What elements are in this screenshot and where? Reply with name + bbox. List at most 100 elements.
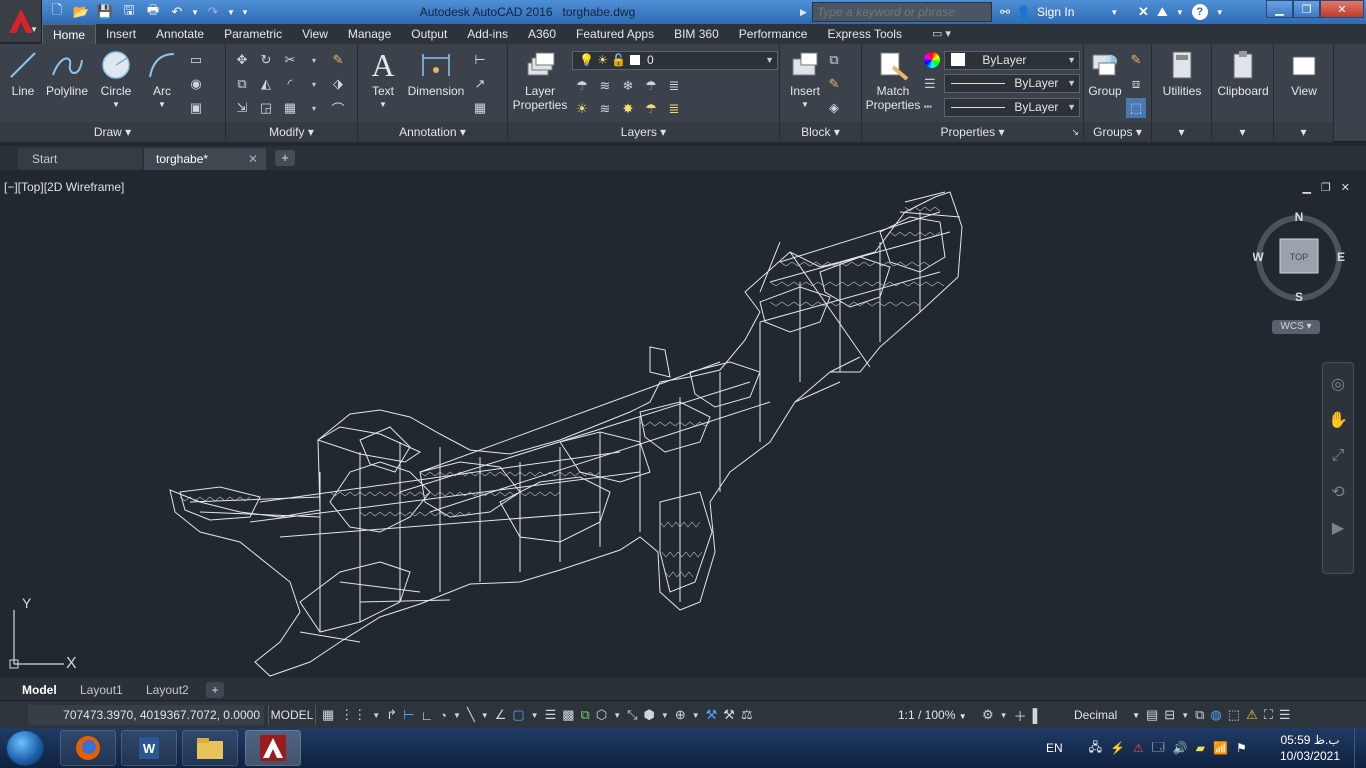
region-icon[interactable]: ▣	[186, 98, 206, 118]
polar-dropdown-icon[interactable]: ▼	[453, 711, 461, 720]
file-tab-drawing[interactable]: torghabe* ✕	[144, 148, 266, 170]
tab-featured-apps[interactable]: Featured Apps	[566, 24, 664, 44]
workspace-dropdown-icon[interactable]: ▼	[1000, 711, 1008, 720]
edit-block-icon[interactable]: ✎	[824, 74, 844, 94]
tab-view[interactable]: View	[292, 24, 338, 44]
fullscreen-icon[interactable]: ⛶	[1264, 707, 1273, 723]
fillet-icon[interactable]: ◜	[280, 74, 300, 94]
properties-panel-title[interactable]: Properties ▾ ↘	[862, 122, 1083, 142]
group-selection-icon[interactable]: ⬚	[1126, 98, 1146, 118]
linetype-combo[interactable]: ByLayer ▼	[944, 74, 1080, 93]
taskbar-firefox[interactable]	[60, 730, 116, 766]
insert-dropdown-icon[interactable]: ▼	[784, 98, 826, 112]
layout-tab-layout1[interactable]: Layout1	[80, 680, 123, 700]
linetype-icon[interactable]: ┅	[924, 99, 940, 115]
tray-update-icon[interactable]: ⚡	[1110, 741, 1125, 755]
tray-notes-icon[interactable]: ▰	[1196, 741, 1205, 755]
tray-network-app-icon[interactable]: 🖧	[1089, 738, 1102, 759]
graphics-performance-icon[interactable]: ⚠	[1246, 707, 1258, 723]
viewcube[interactable]: TOP N S E W	[1253, 212, 1345, 304]
insert-tool[interactable]: Insert ▼	[784, 48, 826, 112]
tray-volume-icon[interactable]: 🔊	[1173, 741, 1188, 755]
infer-constraints-icon[interactable]: ↱	[386, 707, 397, 723]
autodesk-360-icon[interactable]: ⛰	[1157, 4, 1168, 20]
tray-flag-icon[interactable]: ⚑	[1236, 741, 1247, 755]
polar-icon[interactable]: ◔	[439, 708, 447, 723]
object-snap-tracking-icon[interactable]: ∠	[495, 707, 507, 723]
start-button[interactable]	[6, 730, 44, 766]
tab-output[interactable]: Output	[401, 24, 457, 44]
layout-tab-model[interactable]: Model	[22, 680, 57, 700]
fillet-dropdown-icon[interactable]: ▾	[304, 74, 324, 94]
tab-insert[interactable]: Insert	[96, 24, 146, 44]
layer-lock-tool-icon[interactable]: ☂	[641, 76, 661, 96]
layer-combo[interactable]: 💡 ☀ 🔓 0 ▼	[572, 51, 778, 70]
dimension-tool[interactable]: Dimension	[406, 48, 466, 98]
ribbon-minimize-icon[interactable]: ▭ ▾	[932, 24, 951, 44]
layer-freeze-icon[interactable]: ❄	[618, 76, 638, 96]
help-icon[interactable]: ?	[1191, 4, 1208, 20]
taskbar-word[interactable]: W	[121, 730, 177, 766]
dynamic-ucs-icon[interactable]: ⤡	[627, 707, 637, 723]
customize-qat-icon[interactable]: ▾	[238, 2, 252, 22]
binoculars-icon[interactable]: ⚯	[1000, 5, 1010, 19]
tab-home[interactable]: Home	[42, 24, 97, 44]
isolate-objects-icon[interactable]: ⧉	[1195, 707, 1204, 723]
wcs-menu[interactable]: WCS ▾	[1272, 320, 1320, 334]
gizmo-icon[interactable]: ⊕	[675, 707, 686, 723]
search-expand-icon[interactable]: ▶	[800, 3, 810, 21]
showmotion-icon[interactable]: ▶	[1323, 513, 1353, 543]
tab-parametric[interactable]: Parametric	[214, 24, 292, 44]
print-icon[interactable]: 🖶	[142, 2, 164, 22]
layout-tab-layout2[interactable]: Layout2	[146, 680, 189, 700]
auto-scale-icon[interactable]: ⚒	[723, 707, 735, 723]
scale-icon[interactable]: ◲	[256, 98, 276, 118]
offset-icon[interactable]: ⌒	[328, 98, 348, 118]
layers-panel-title[interactable]: Layers ▾	[508, 122, 779, 142]
block-panel-title[interactable]: Block ▾	[780, 122, 861, 142]
array-icon[interactable]: ▦	[280, 98, 300, 118]
units-selector[interactable]: Decimal ▼	[1066, 705, 1140, 725]
save-as-icon[interactable]: 🖫	[118, 2, 140, 22]
tray-device-icon[interactable]: 🗔	[1152, 738, 1165, 759]
annotation-monitor-icon[interactable]: ＋	[1014, 706, 1027, 725]
workspace-gear-icon[interactable]: ⚙	[982, 707, 994, 723]
table-icon[interactable]: ▦	[470, 98, 490, 118]
clipboard-tool[interactable]: Clipboard	[1214, 48, 1272, 98]
layer-off-icon[interactable]: ☂	[572, 76, 592, 96]
lock-ui-dropdown-icon[interactable]: ▼	[1181, 711, 1189, 720]
compass-south[interactable]: S	[1295, 290, 1303, 304]
polyline-tool[interactable]: Polyline	[44, 48, 90, 98]
lineweight-combo[interactable]: ByLayer ▼	[944, 98, 1080, 117]
coordinates-readout[interactable]: 707473.3970, 4019367.7072, 0.0000	[28, 705, 264, 725]
object-snap-icon[interactable]: ▢	[512, 707, 524, 723]
maximize-button[interactable]: ❐	[1293, 0, 1320, 18]
linear-dim-icon[interactable]: ⊢	[470, 50, 490, 70]
tab-manage[interactable]: Manage	[338, 24, 401, 44]
rotate-icon[interactable]: ↻	[256, 50, 276, 70]
zoom-extents-icon[interactable]: ⤢	[1323, 441, 1353, 471]
orbit-icon[interactable]: ⟲	[1323, 477, 1353, 507]
array-dropdown-icon[interactable]: ▾	[304, 98, 324, 118]
annotation-scale-icon[interactable]: ⚖	[741, 707, 753, 723]
new-file-icon[interactable]: 🗋	[46, 2, 68, 22]
save-icon[interactable]: 💾	[94, 2, 116, 22]
color-combo[interactable]: ByLayer ▼	[944, 51, 1080, 70]
selection-cycling-icon[interactable]: ⧉	[581, 707, 590, 723]
dynamic-input-icon[interactable]: ⊢	[403, 707, 414, 723]
transparency-icon[interactable]: ▩	[562, 707, 574, 723]
mirror-icon[interactable]: ◭	[256, 74, 276, 94]
new-layout-button[interactable]: +	[206, 682, 224, 698]
close-button[interactable]: ✕	[1320, 0, 1364, 18]
layer-match-icon[interactable]: ≣	[664, 76, 684, 96]
layer-walk-icon[interactable]: ≣	[664, 99, 684, 119]
drawing-canvas[interactable]: [−][Top][2D Wireframe] ▁ ❐ ✕ TOP N S E W…	[0, 172, 1366, 678]
tab-a360[interactable]: A360	[518, 24, 566, 44]
annotation-panel-title[interactable]: Annotation ▾	[358, 122, 507, 142]
gizmo-dropdown-icon[interactable]: ▼	[692, 711, 700, 720]
sign-in-label[interactable]: Sign In	[1037, 5, 1074, 19]
undo-icon[interactable]: ↶	[166, 2, 188, 22]
arc-dropdown-icon[interactable]: ▼	[144, 98, 180, 112]
a360-dropdown-icon[interactable]: ▼	[1176, 8, 1184, 17]
tab-performance[interactable]: Performance	[729, 24, 818, 44]
